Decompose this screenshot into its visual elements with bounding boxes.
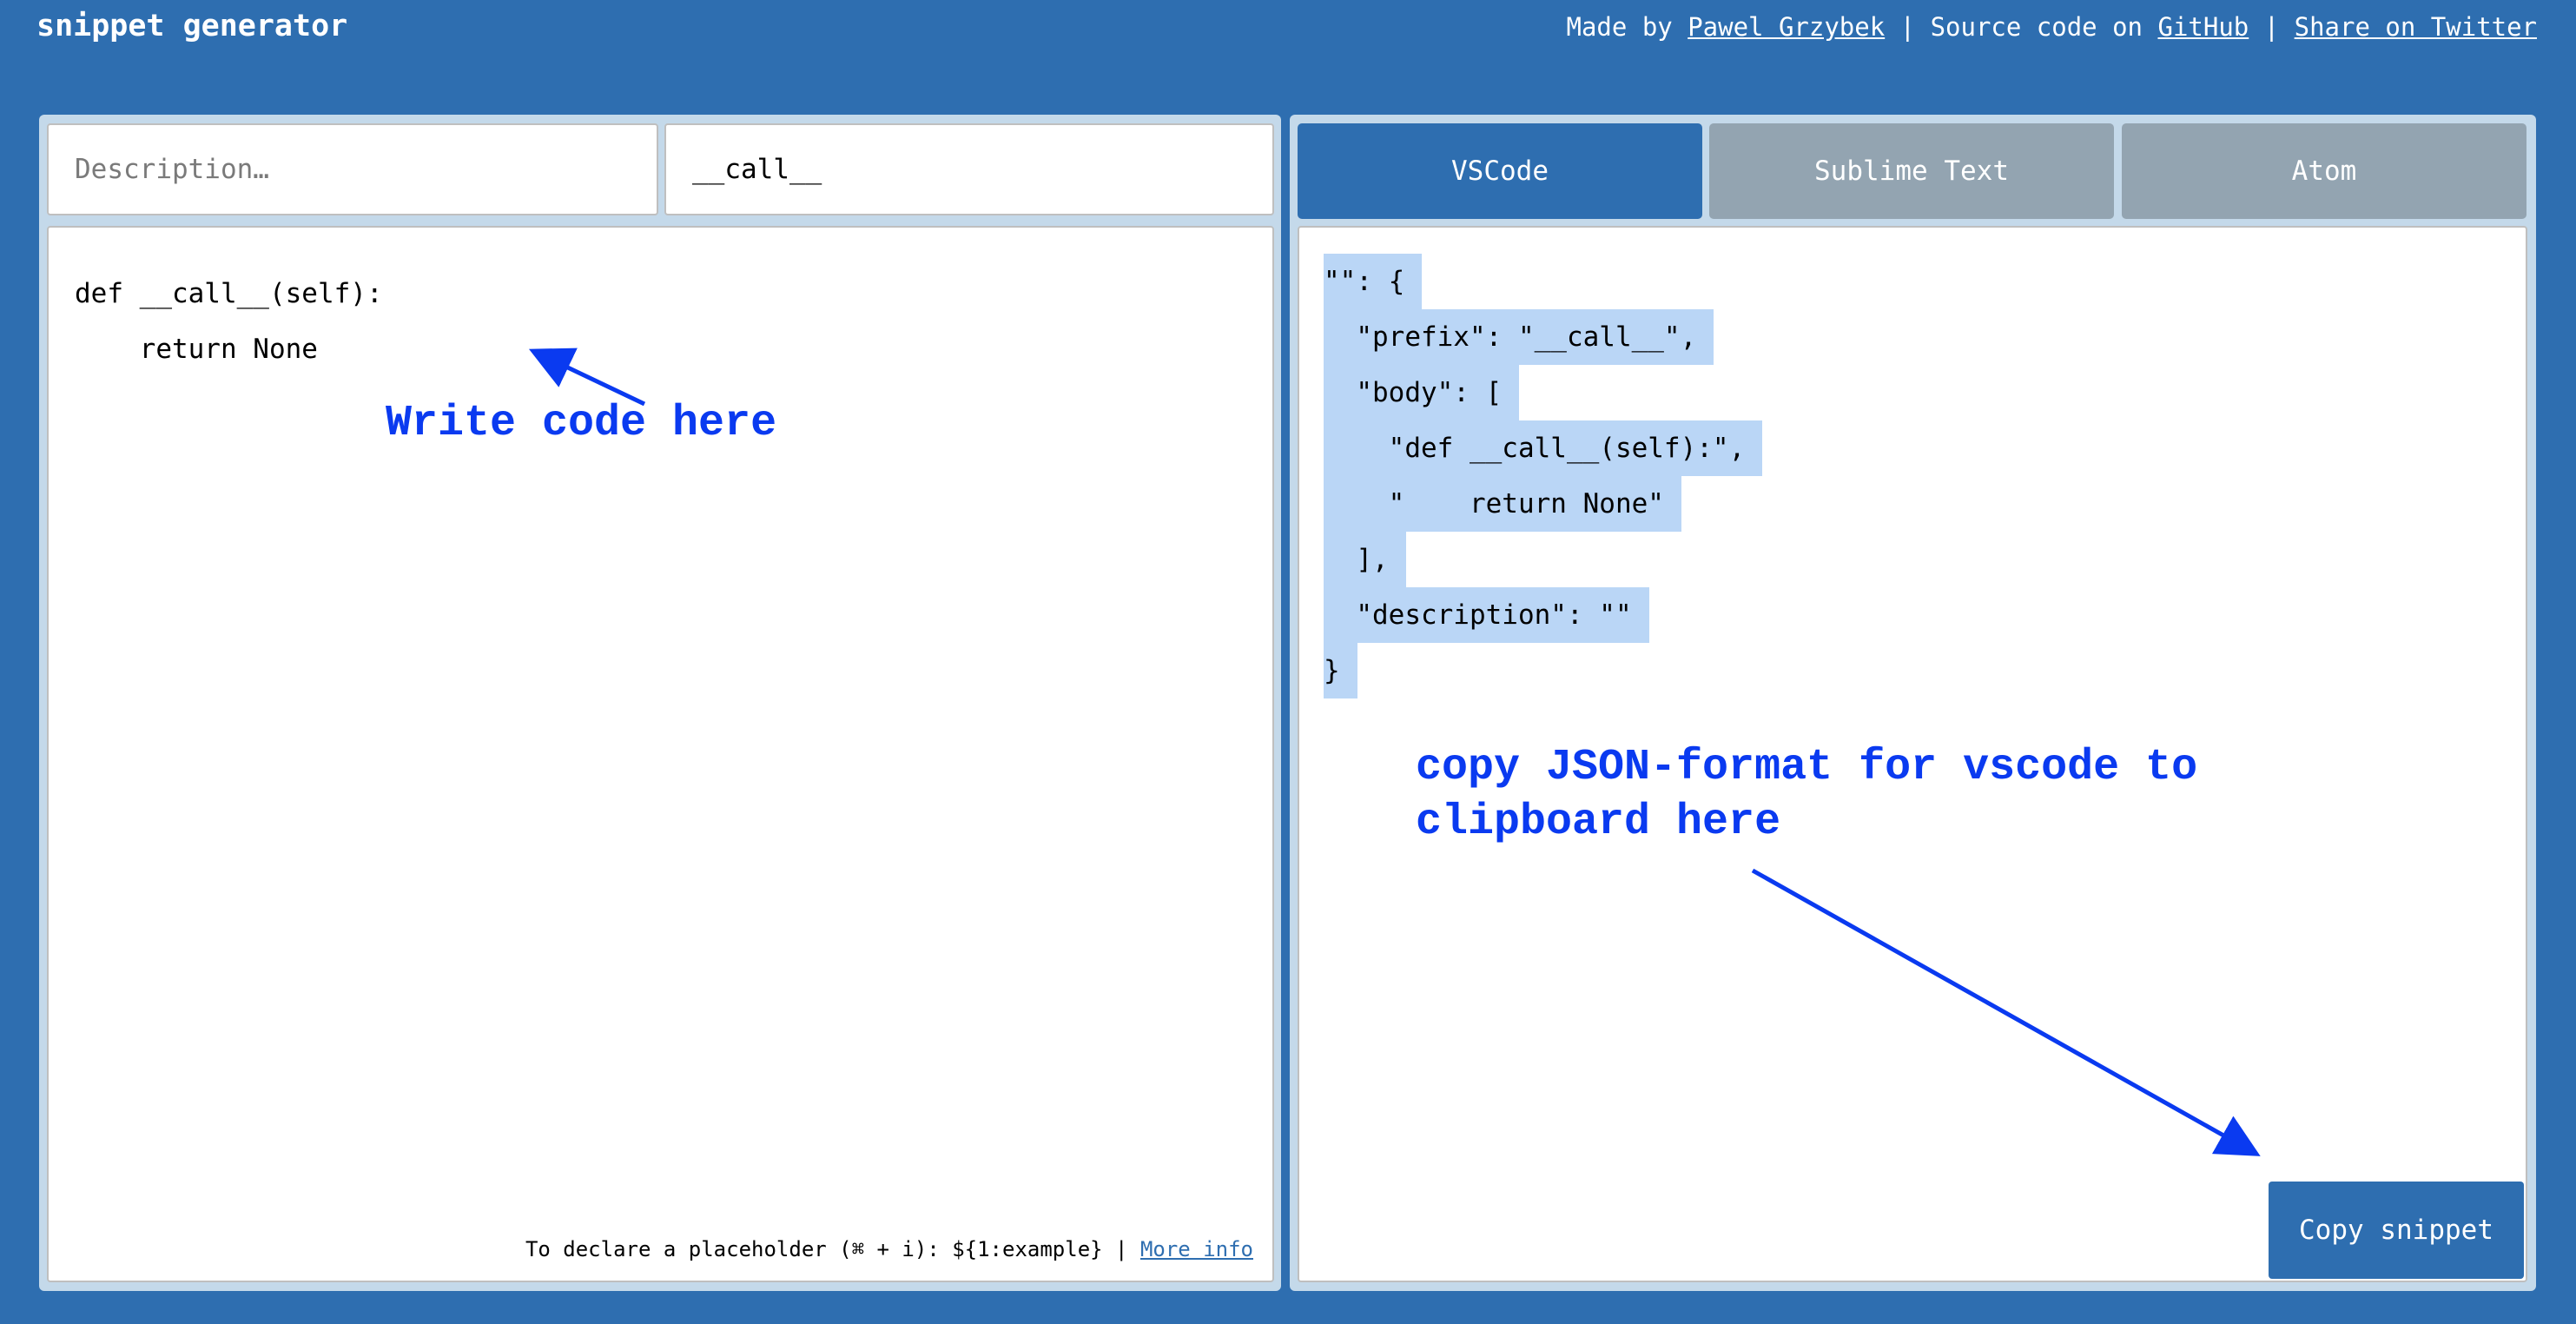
- tab-sublime-text[interactable]: Sublime Text: [1709, 123, 2114, 219]
- source-text: Source code on: [1930, 12, 2158, 42]
- twitter-share-link[interactable]: Share on Twitter: [2295, 12, 2537, 42]
- author-link[interactable]: Pawel Grzybek: [1688, 12, 1885, 42]
- annotation-write-code: Write code here: [386, 399, 777, 448]
- separator: |: [1885, 12, 1931, 42]
- placeholder-hint: To declare a placeholder (⌘ + i): ${1:ex…: [525, 1237, 1253, 1261]
- editor-panel: def __call__(self): return None To decla…: [39, 115, 1281, 1291]
- tab-vscode[interactable]: VSCode: [1298, 123, 1702, 219]
- json-line: "def __call__(self):",: [1324, 420, 1763, 476]
- app-title: snippet generator: [36, 9, 348, 43]
- json-line: ],: [1324, 532, 1406, 587]
- json-line: "": {: [1324, 254, 1423, 309]
- snippet-json[interactable]: "": { "prefix": "__call__", "body": [ "d…: [1324, 254, 1763, 698]
- json-line: " return None": [1324, 476, 1681, 532]
- annotation-copy-json: copy JSON-format for vscode to clipboard…: [1416, 743, 2198, 847]
- code-text[interactable]: def __call__(self): return None: [75, 266, 383, 377]
- top-bar: snippet generator Made by Pawel Grzybek …: [0, 0, 2576, 61]
- description-input[interactable]: [47, 123, 658, 215]
- json-line: }: [1324, 643, 1357, 698]
- hint-text: To declare a placeholder (⌘ + i): ${1:ex…: [525, 1237, 1140, 1261]
- json-line: "prefix": "__call__",: [1324, 309, 1714, 365]
- more-info-link[interactable]: More info: [1140, 1237, 1253, 1261]
- tab-atom[interactable]: Atom: [2122, 123, 2526, 219]
- json-line: "description": "": [1324, 587, 1649, 643]
- separator: |: [2249, 12, 2295, 42]
- credits: Made by Pawel Grzybek | Source code on G…: [1567, 12, 2537, 42]
- github-link[interactable]: GitHub: [2157, 12, 2249, 42]
- prefix-input[interactable]: [664, 123, 1274, 215]
- made-by-text: Made by: [1566, 12, 1688, 42]
- code-editor[interactable]: def __call__(self): return None To decla…: [47, 226, 1274, 1282]
- output-panel: VSCode Sublime Text Atom "": { "prefix":…: [1290, 115, 2536, 1291]
- json-line: "body": [: [1324, 365, 1520, 420]
- copy-snippet-button[interactable]: Copy snippet: [2269, 1182, 2524, 1279]
